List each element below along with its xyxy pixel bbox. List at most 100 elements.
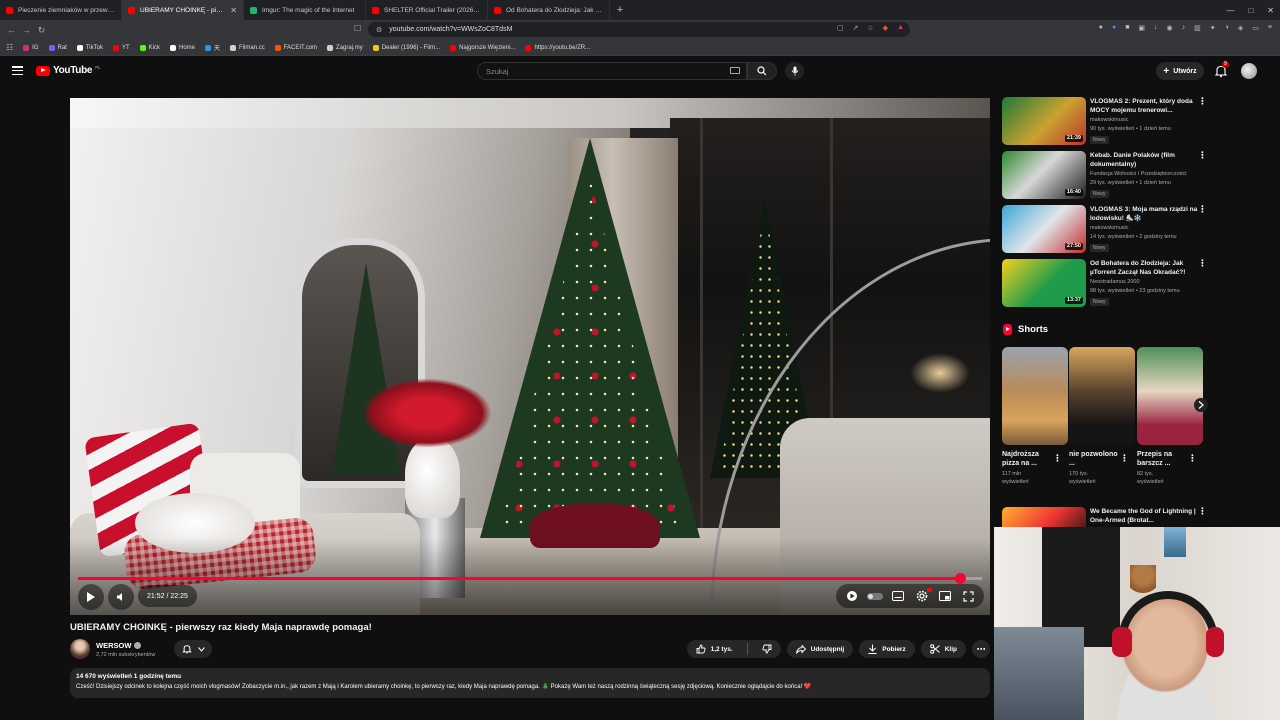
bookmark-item[interactable]: 天 xyxy=(205,43,220,52)
dislike-button[interactable] xyxy=(753,640,781,658)
browser-tab[interactable]: Pieczenie ziemniaków w przewróconym xyxy=(0,0,122,20)
profile-icon[interactable]: ◑ xyxy=(1225,24,1229,32)
video-thumbnail[interactable]: 16:40 xyxy=(1002,151,1086,199)
bookmark-item[interactable]: Dealer (1996) - Film... xyxy=(372,44,440,51)
more-vertical-icon[interactable]: ⋮ xyxy=(1188,453,1197,464)
bookmark-item[interactable]: YT xyxy=(112,44,130,51)
wallet-icon[interactable]: ▭ xyxy=(1252,24,1259,32)
maximize-icon[interactable]: □ xyxy=(1248,6,1253,15)
bookmark-item[interactable]: Rat xyxy=(48,44,67,51)
description-box[interactable]: 14 670 wyświetleń 1 godzinę temu Cześć! … xyxy=(70,668,990,698)
video-title[interactable]: Od Bohatera do Złodzieja: Jak µTorrent Z… xyxy=(1090,259,1198,277)
extension-icon[interactable]: ● xyxy=(1099,24,1103,32)
create-button[interactable]: + Utwórz xyxy=(1156,62,1204,80)
bookmark-item[interactable]: Filman.cc xyxy=(230,44,265,51)
extension-icon[interactable]: ◉ xyxy=(1167,24,1173,32)
search-input[interactable]: Szukaj xyxy=(477,62,747,80)
menu-icon[interactable]: ≡ xyxy=(1268,24,1272,32)
mute-button[interactable] xyxy=(108,584,134,610)
settings-gear-icon[interactable] xyxy=(914,588,932,604)
clip-button[interactable]: Klip xyxy=(920,640,966,658)
short-item[interactable]: Najdroższa pizza na ... 117 mln wyświetle… xyxy=(1002,347,1068,486)
account-avatar[interactable] xyxy=(1241,63,1257,79)
video-title[interactable]: VLOGMAS 3: Moja mama rządzi na lodowisku… xyxy=(1090,205,1198,223)
search-button[interactable] xyxy=(747,62,777,80)
channel-name[interactable]: makowskimusic xyxy=(1090,225,1205,231)
play-button[interactable] xyxy=(78,584,104,610)
bookmark-star-icon[interactable]: ☐ xyxy=(354,24,361,33)
guide-menu-icon[interactable] xyxy=(12,66,23,75)
subtitles-icon[interactable] xyxy=(890,588,906,604)
music-icon[interactable]: ♪ xyxy=(1182,24,1186,32)
shorts-next-button[interactable] xyxy=(1194,398,1208,412)
subscription-notification-button[interactable] xyxy=(174,640,212,658)
related-video[interactable]: 16:40 Kebab. Danie Polaków (film dokument… xyxy=(1002,151,1212,201)
scrubber-handle[interactable] xyxy=(954,573,966,584)
miniplayer-icon[interactable] xyxy=(937,588,953,604)
extensions-puzzle-icon[interactable]: ✦ xyxy=(1210,24,1216,32)
more-vertical-icon[interactable]: ⋮ xyxy=(1053,453,1062,464)
forward-icon[interactable]: → xyxy=(19,25,34,35)
browser-tab[interactable]: Od Bohatera do Złodzieja: Jak µTorrent xyxy=(488,0,610,20)
install-app-icon[interactable]: ▢ xyxy=(837,24,844,32)
more-actions-button[interactable]: ⋯ xyxy=(972,640,990,658)
close-window-icon[interactable]: ✕ xyxy=(1267,6,1274,15)
channel-name[interactable]: Neostradamus 2000 xyxy=(1090,279,1205,285)
new-tab-icon[interactable]: + xyxy=(610,4,630,16)
more-vertical-icon[interactable]: ⋮ xyxy=(1198,151,1207,160)
keyboard-icon[interactable] xyxy=(730,67,740,74)
video-thumbnail[interactable]: 21:39 xyxy=(1002,97,1086,145)
channel-name[interactable]: makowskimusic xyxy=(1090,117,1205,123)
video-title[interactable]: Kebab. Danie Polaków (film dokumentalny) xyxy=(1090,151,1198,169)
more-vertical-icon[interactable]: ⋮ xyxy=(1198,205,1207,214)
short-title[interactable]: nie pozwolono ... xyxy=(1069,450,1123,468)
voice-search-button[interactable] xyxy=(785,62,804,80)
related-video[interactable]: 13:37 Od Bohatera do Złodzieja: Jak µTorr… xyxy=(1002,259,1212,309)
progress-bar[interactable] xyxy=(78,573,982,584)
like-button[interactable]: 1,2 tys. xyxy=(687,640,742,658)
short-title[interactable]: Przepis na barszcz ... xyxy=(1137,450,1191,468)
video-thumbnail[interactable] xyxy=(1002,507,1086,527)
bookmark-icon[interactable]: ☆ xyxy=(867,24,873,32)
bookmark-item[interactable]: Kick xyxy=(139,44,160,51)
site-info-icon[interactable]: ⚙ xyxy=(376,26,382,34)
related-video-partial[interactable]: We Became the God of Lightning | One-Arm… xyxy=(1002,507,1212,527)
more-vertical-icon[interactable]: ⋮ xyxy=(1198,259,1207,268)
channel-avatar[interactable] xyxy=(70,639,90,659)
browser-tab[interactable]: Imgur: The magic of the Internet xyxy=(244,0,366,20)
sidebar-icon[interactable]: ▥ xyxy=(1194,24,1201,32)
bookmark-item[interactable]: FACEIT.com xyxy=(274,44,317,51)
video-title[interactable]: VLOGMAS 2: Prezent, który doda MOCY moje… xyxy=(1090,97,1198,115)
back-icon[interactable]: ← xyxy=(4,25,19,35)
short-title[interactable]: Najdroższa pizza na ... xyxy=(1002,450,1056,468)
address-bar[interactable]: ⚙ youtube.com/watch?v=WWsZoC8TdsM ▢ ↗ ☆ … xyxy=(368,22,910,37)
bookmark-item[interactable]: TikTok xyxy=(76,44,103,51)
bookmark-item[interactable]: Home xyxy=(170,44,195,51)
brave-shield-icon[interactable]: ◆ xyxy=(883,24,888,32)
bookmark-item[interactable]: Najgorsze Więzieni... xyxy=(450,44,515,51)
autoplay-toggle[interactable] xyxy=(866,588,883,604)
short-thumbnail[interactable] xyxy=(1069,347,1135,445)
download-icon[interactable]: ↓ xyxy=(1154,24,1158,32)
share-button[interactable]: Udostępnij xyxy=(786,640,854,658)
reload-icon[interactable]: ↻ xyxy=(34,25,49,36)
extension-icon[interactable]: ● xyxy=(1112,24,1116,32)
short-item[interactable]: Przepis na barszcz ... 82 tys. wyświetleń… xyxy=(1137,347,1203,486)
more-vertical-icon[interactable]: ⋮ xyxy=(1198,97,1207,106)
short-thumbnail[interactable] xyxy=(1002,347,1068,445)
related-video[interactable]: 27:50 VLOGMAS 3: Moja mama rządzi na lodo… xyxy=(1002,205,1212,255)
video-player[interactable]: 21:52 / 22:25 xyxy=(70,98,990,615)
browser-tab[interactable]: SHELTER Official Trailer (2026) Jason xyxy=(366,0,488,20)
short-item[interactable]: nie pozwolono ... 170 tys. wyświetleń ⋮ xyxy=(1069,347,1135,486)
channel-name-link[interactable]: WERSOW xyxy=(96,641,142,650)
youtube-logo[interactable]: YouTube PL xyxy=(36,65,101,76)
minimize-icon[interactable]: — xyxy=(1226,6,1234,15)
share-page-icon[interactable]: ↗ xyxy=(853,24,859,32)
video-thumbnail[interactable]: 13:37 xyxy=(1002,259,1086,307)
bookmark-item[interactable]: Zagraj.my xyxy=(327,44,363,51)
vpn-icon[interactable]: ◈ xyxy=(1238,24,1243,32)
channel-name[interactable]: Fundacja Wolności i Przedsiębiorczości xyxy=(1090,171,1205,177)
related-video[interactable]: 21:39 VLOGMAS 2: Prezent, który doda MOCY… xyxy=(1002,97,1212,147)
more-vertical-icon[interactable]: ⋮ xyxy=(1198,507,1207,516)
video-thumbnail[interactable]: 27:50 xyxy=(1002,205,1086,253)
